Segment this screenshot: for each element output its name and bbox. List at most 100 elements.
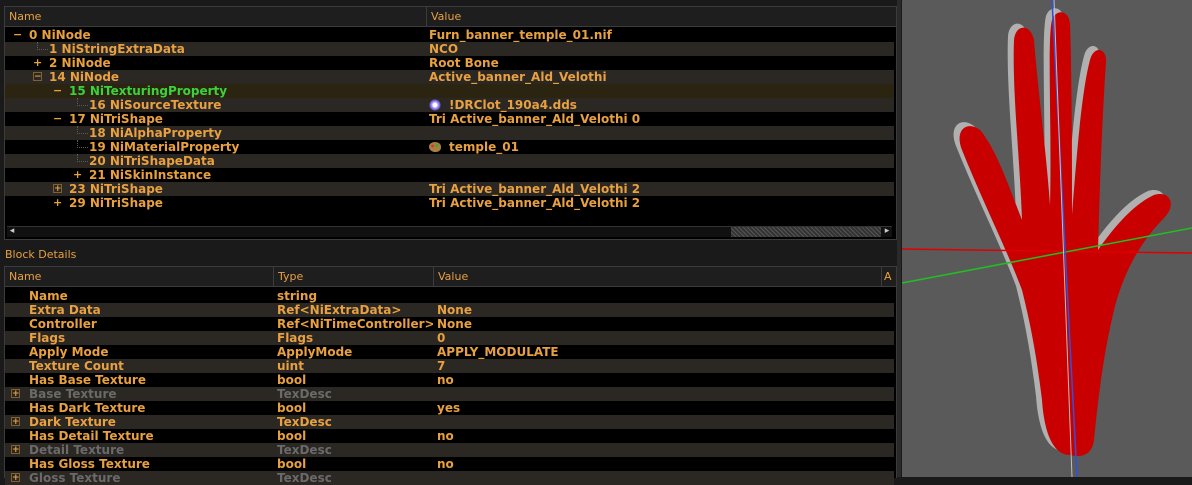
- details-value-cell: no: [437, 457, 454, 471]
- tree-row[interactable]: 19 NiMaterialProperty temple_01: [5, 140, 894, 154]
- expand-icon[interactable]: +: [11, 473, 20, 483]
- tree-row[interactable]: 20 NiTriShapeData: [5, 154, 894, 168]
- node-tree-view[interactable]: Name Value −0 NiNode Furn_banner_temple_0…: [4, 6, 897, 240]
- details-type-cell: bool: [277, 373, 307, 387]
- tree-node-name: 14 NiNode: [49, 70, 120, 84]
- details-value-cell: [437, 471, 877, 485]
- tree-row[interactable]: 16 NiSourceTexture !DRClot_190a4.dds: [5, 98, 894, 112]
- tree-row[interactable]: −17 NiTriShape Tri Active_banner_Ald_Velo…: [5, 112, 894, 126]
- details-row[interactable]: Texture Count uint 7: [5, 359, 894, 373]
- tree-guide-line: [77, 140, 88, 148]
- expand-icon[interactable]: +: [11, 417, 20, 427]
- tree-node-name: 19 NiMaterialProperty: [89, 140, 240, 154]
- tree-node-value: Tri Active_banner_Ald_Velothi 0: [429, 112, 641, 126]
- details-header-value[interactable]: Value: [434, 267, 882, 287]
- details-type-cell: Flags: [277, 331, 314, 345]
- tree-node-value: NCO: [429, 42, 459, 56]
- tree-node-name: 18 NiAlphaProperty: [89, 126, 222, 140]
- expand-icon[interactable]: +: [53, 196, 62, 210]
- tree-node-name: 15 NiTexturingProperty: [69, 84, 228, 98]
- tree-node-name: 21 NiSkinInstance: [89, 168, 212, 182]
- details-name-cell: Texture Count: [29, 359, 124, 373]
- tree-row[interactable]: 18 NiAlphaProperty: [5, 126, 894, 140]
- tree-row[interactable]: −0 NiNode Furn_banner_temple_01.nif: [5, 28, 894, 42]
- panel-splitter[interactable]: [897, 0, 901, 477]
- tree-node-name: 0 NiNode: [29, 28, 91, 42]
- tree-row[interactable]: −15 NiTexturingProperty: [5, 84, 894, 98]
- details-value-cell: [437, 443, 877, 457]
- horizontal-scrollbar[interactable]: ◂ ▸: [7, 226, 892, 237]
- details-row[interactable]: Flags Flags 0: [5, 331, 894, 345]
- render-viewport[interactable]: [902, 0, 1192, 477]
- details-row[interactable]: + Gloss Texture TexDesc: [5, 471, 894, 485]
- scrollbar-thumb[interactable]: [731, 227, 881, 237]
- scroll-left-icon[interactable]: ◂: [7, 226, 17, 236]
- details-type-cell: bool: [277, 401, 307, 415]
- block-details-title: Block Details: [5, 248, 77, 261]
- block-details-view[interactable]: Name Type Value A Name string Extra Data Re…: [4, 266, 897, 485]
- collapse-icon[interactable]: −: [53, 112, 62, 126]
- details-header-type[interactable]: Type: [274, 267, 434, 287]
- details-header-extra[interactable]: A: [882, 267, 896, 287]
- details-value-cell: yes: [437, 401, 461, 415]
- expand-icon[interactable]: +: [11, 389, 20, 399]
- details-row[interactable]: Has Base Texture bool no: [5, 373, 894, 387]
- collapse-icon[interactable]: −: [33, 72, 42, 82]
- details-row[interactable]: Apply Mode ApplyMode APPLY_MODULATE: [5, 345, 894, 359]
- collapse-icon[interactable]: −: [53, 84, 62, 98]
- tree-guide-line: [77, 126, 88, 134]
- details-value-cell: [437, 289, 877, 303]
- tree-value-cell: [429, 126, 889, 140]
- tree-guide-line: [77, 154, 88, 162]
- details-value-cell: [437, 415, 877, 429]
- details-name-cell: Has Dark Texture: [29, 401, 146, 415]
- details-name-cell: Gloss Texture: [29, 471, 121, 485]
- scroll-right-icon[interactable]: ▸: [882, 226, 892, 236]
- details-name-cell: Detail Texture: [29, 443, 125, 457]
- details-row[interactable]: Controller Ref<NiTimeController> None: [5, 317, 894, 331]
- details-name-cell: Extra Data: [29, 303, 101, 317]
- details-row[interactable]: Has Dark Texture bool yes: [5, 401, 894, 415]
- tree-value-cell: Root Bone: [429, 56, 889, 70]
- details-type-cell: bool: [277, 457, 307, 471]
- tree-row[interactable]: −14 NiNode Active_banner_Ald_Velothi: [5, 70, 894, 84]
- column-header-value-label: Value: [431, 10, 462, 23]
- tree-value-cell: [429, 154, 889, 168]
- tree-value-cell: temple_01: [429, 140, 889, 154]
- expand-icon[interactable]: +: [53, 184, 62, 194]
- details-name-cell: Controller: [29, 317, 97, 331]
- tree-row[interactable]: +2 NiNode Root Bone: [5, 56, 894, 70]
- column-header-value[interactable]: Value: [427, 7, 896, 27]
- tree-row[interactable]: +21 NiSkinInstance: [5, 168, 894, 182]
- details-row[interactable]: Extra Data Ref<NiExtraData> None: [5, 303, 894, 317]
- expand-icon[interactable]: +: [33, 56, 42, 70]
- details-row[interactable]: + Dark Texture TexDesc: [5, 415, 894, 429]
- viewport-scene: [902, 0, 1192, 477]
- details-value-cell: no: [437, 373, 454, 387]
- tree-value-cell: Active_banner_Ald_Velothi: [429, 70, 889, 84]
- details-type-cell: Ref<NiTimeController>: [277, 317, 433, 331]
- column-header-name-label: Name: [9, 10, 42, 23]
- details-row[interactable]: + Detail Texture TexDesc: [5, 443, 894, 457]
- details-row[interactable]: Has Detail Texture bool no: [5, 429, 894, 443]
- tree-value-cell: [429, 168, 889, 182]
- tree-row[interactable]: 1 NiStringExtraData NCO: [5, 42, 894, 56]
- details-value-cell: None: [437, 303, 472, 317]
- details-row[interactable]: Has Gloss Texture bool no: [5, 457, 894, 471]
- column-header-name[interactable]: Name: [5, 7, 427, 27]
- tree-value-cell: Tri Active_banner_Ald_Velothi 2: [429, 182, 889, 196]
- material-palette-icon: [429, 142, 441, 152]
- collapse-icon[interactable]: −: [13, 28, 22, 42]
- tree-node-value: !DRClot_190a4.dds: [449, 98, 577, 112]
- expand-icon[interactable]: +: [11, 445, 20, 455]
- details-header-name[interactable]: Name: [5, 267, 274, 287]
- details-header-extra-label: A: [884, 270, 892, 283]
- details-row[interactable]: Name string: [5, 289, 894, 303]
- details-type-cell: Ref<NiExtraData>: [277, 303, 402, 317]
- tree-row[interactable]: +23 NiTriShape Tri Active_banner_Ald_Velo…: [5, 182, 894, 196]
- details-row[interactable]: + Base Texture TexDesc: [5, 387, 894, 401]
- tree-row[interactable]: +29 NiTriShape Tri Active_banner_Ald_Velo…: [5, 196, 894, 210]
- expand-icon[interactable]: +: [73, 168, 82, 182]
- tree-node-name: 20 NiTriShapeData: [89, 154, 215, 168]
- tree-node-value: Root Bone: [429, 56, 499, 70]
